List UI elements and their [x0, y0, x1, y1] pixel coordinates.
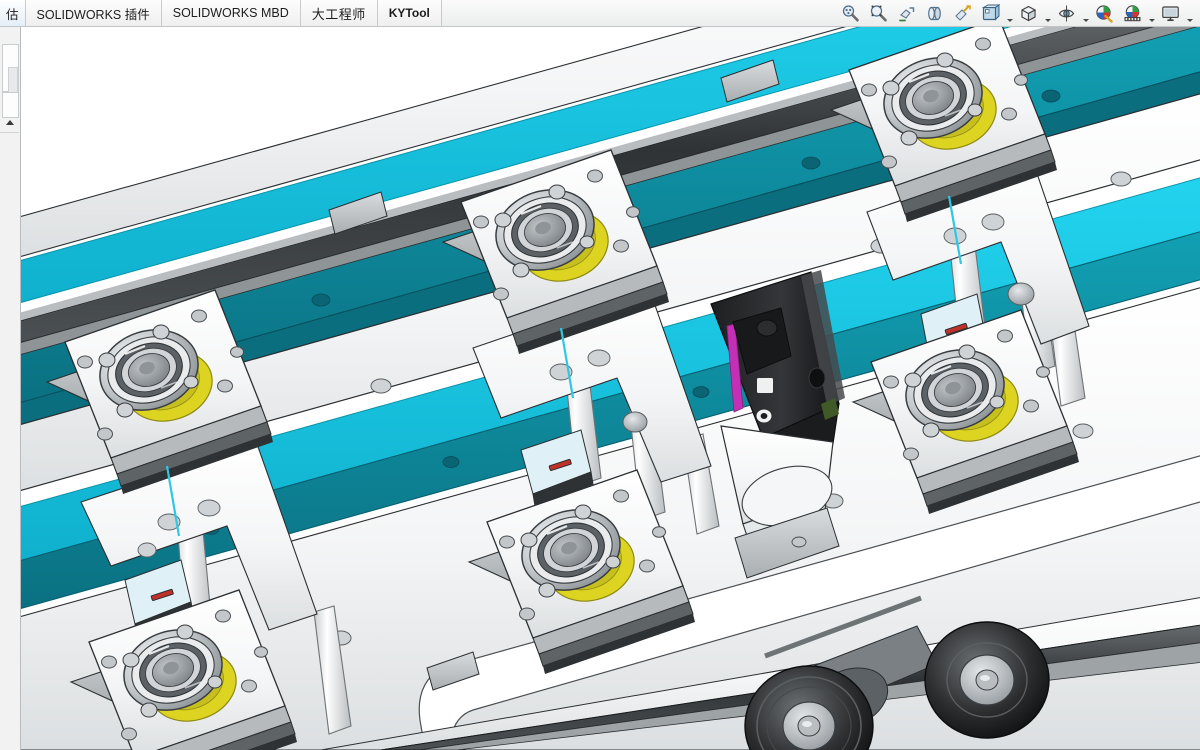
view-toolbar	[837, 0, 1200, 26]
apply-scene-chevron-down-icon[interactable]	[1147, 0, 1156, 29]
tab-clipped[interactable]: 估	[0, 0, 26, 26]
view-settings-icon[interactable]	[1157, 0, 1184, 26]
feature-tree-stub-secondary	[2, 92, 19, 118]
apply-scene-icon[interactable]	[1119, 0, 1146, 26]
document-tabs: 估 SOLIDWORKS 插件 SOLIDWORKS MBD 大工程师 KYTo…	[0, 0, 442, 26]
tab-big-engineer[interactable]: 大工程师	[300, 0, 378, 26]
panel-divider	[0, 132, 19, 133]
tab-solidworks-addins[interactable]: SOLIDWORKS 插件	[25, 0, 162, 26]
zoom-to-fit-icon[interactable]	[837, 0, 864, 26]
rotate-view-icon[interactable]	[921, 0, 948, 26]
feature-manager-panel[interactable]	[0, 26, 21, 750]
feature-tree-stub	[2, 44, 19, 105]
tab-kytool-label: KYTool	[388, 6, 430, 20]
pan-icon[interactable]	[949, 0, 976, 26]
ribbon-tab-strip: 估 SOLIDWORKS 插件 SOLIDWORKS MBD 大工程师 KYTo…	[0, 0, 1200, 27]
tab-big-engineer-label: 大工程师	[311, 6, 366, 22]
tab-clipped-label: 估	[6, 7, 19, 22]
timing-pulley-idler	[924, 621, 1050, 739]
tab-kytool[interactable]: KYTool	[377, 0, 442, 26]
view-orientation-chevron-down-icon[interactable]	[1005, 0, 1014, 29]
view-orientation-icon[interactable]	[977, 0, 1004, 26]
display-style-icon[interactable]	[1015, 0, 1042, 26]
tab-solidworks-mbd-label: SOLIDWORKS MBD	[172, 6, 289, 20]
display-style-chevron-down-icon[interactable]	[1043, 0, 1052, 29]
cad-model-render	[21, 26, 1200, 750]
hide-show-items-icon[interactable]	[1053, 0, 1080, 26]
edit-appearance-icon[interactable]	[1091, 0, 1118, 26]
graphics-area[interactable]	[21, 26, 1200, 750]
tab-solidworks-addins-label: SOLIDWORKS 插件	[36, 7, 150, 22]
tab-solidworks-mbd[interactable]: SOLIDWORKS MBD	[161, 0, 301, 26]
hide-show-items-chevron-down-icon[interactable]	[1081, 0, 1090, 29]
ribbon-spacer	[442, 0, 837, 26]
view-settings-chevron-down-icon[interactable]	[1185, 0, 1194, 29]
solidworks-window: 估 SOLIDWORKS 插件 SOLIDWORKS MBD 大工程师 KYTo…	[0, 0, 1200, 750]
zoom-in-out-icon[interactable]	[893, 0, 920, 26]
zoom-to-area-icon[interactable]	[865, 0, 892, 26]
collapse-chevron-icon[interactable]	[4, 118, 16, 128]
